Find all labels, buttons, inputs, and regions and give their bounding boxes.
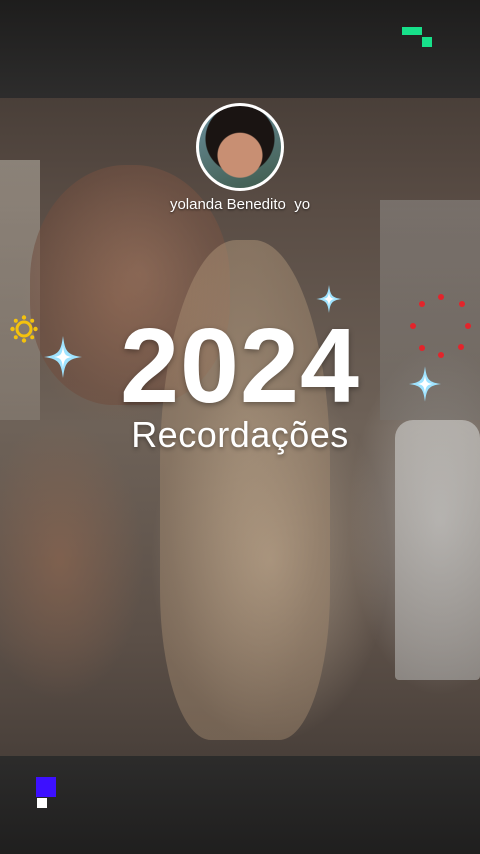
username-label: yolanda Benedito yo <box>169 196 311 213</box>
profile-avatar[interactable] <box>196 103 284 191</box>
background-chair <box>395 420 480 680</box>
pixel-corner-icon <box>36 777 56 808</box>
story-frame[interactable]: yolanda Benedito yo 2024 Recordações <box>0 0 480 854</box>
bottom-shade <box>0 756 480 854</box>
top-shade <box>0 0 480 98</box>
year-title: 2024 <box>120 307 360 425</box>
avatar-image <box>199 106 281 188</box>
memories-subtitle: Recordações <box>131 414 349 455</box>
pixel-corner-icon <box>402 27 432 47</box>
